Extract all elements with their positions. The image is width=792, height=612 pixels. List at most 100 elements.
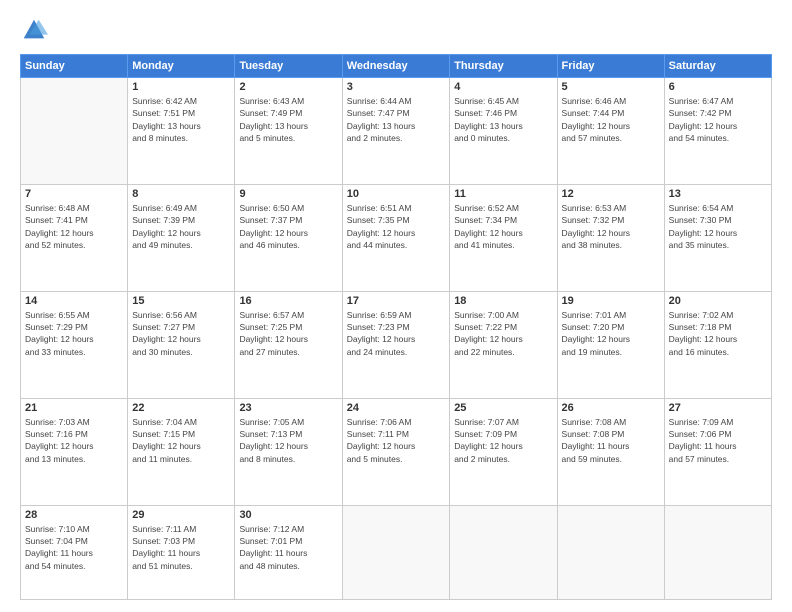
weekday-header: Thursday: [450, 55, 557, 78]
day-number: 23: [239, 402, 337, 414]
day-info: Sunrise: 6:59 AMSunset: 7:23 PMDaylight:…: [347, 309, 445, 358]
day-number: 4: [454, 81, 552, 93]
day-number: 22: [132, 402, 230, 414]
calendar-cell: 4 Sunrise: 6:45 AMSunset: 7:46 PMDaylight…: [450, 78, 557, 185]
day-number: 26: [562, 402, 660, 414]
calendar-cell: [664, 505, 771, 599]
calendar-cell: 30 Sunrise: 7:12 AMSunset: 7:01 PMDayligh…: [235, 505, 342, 599]
day-info: Sunrise: 6:47 AMSunset: 7:42 PMDaylight:…: [669, 95, 767, 144]
day-info: Sunrise: 7:09 AMSunset: 7:06 PMDaylight:…: [669, 416, 767, 465]
calendar-cell: 22Sunrise: 7:04 AMSunset: 7:15 PMDayligh…: [128, 398, 235, 505]
day-number: 15: [132, 295, 230, 307]
calendar-cell: 15 Sunrise: 6:56 AMSunset: 7:27 PMDayligh…: [128, 291, 235, 398]
calendar-cell: [21, 78, 128, 185]
calendar-cell: 28 Sunrise: 7:10 AMSunset: 7:04 PMDayligh…: [21, 505, 128, 599]
weekday-header: Tuesday: [235, 55, 342, 78]
calendar-cell: 21 Sunrise: 7:03 AMSunset: 7:16 PMDayligh…: [21, 398, 128, 505]
day-info: Sunrise: 7:06 AMSunset: 7:11 PMDaylight:…: [347, 416, 445, 465]
calendar-cell: 16 Sunrise: 6:57 AMSunset: 7:25 PMDayligh…: [235, 291, 342, 398]
weekday-header: Sunday: [21, 55, 128, 78]
weekday-header: Wednesday: [342, 55, 449, 78]
day-number: 21: [25, 402, 123, 414]
day-number: 7: [25, 188, 123, 200]
day-info: Sunrise: 6:53 AMSunset: 7:32 PMDaylight:…: [562, 202, 660, 251]
day-info: Sunrise: 6:49 AMSunset: 7:39 PMDaylight:…: [132, 202, 230, 251]
calendar-table: SundayMondayTuesdayWednesdayThursdayFrid…: [20, 54, 772, 600]
calendar-cell: [342, 505, 449, 599]
calendar-cell: 14 Sunrise: 6:55 AMSunset: 7:29 PMDayligh…: [21, 291, 128, 398]
day-number: 11: [454, 188, 552, 200]
calendar-cell: 20Sunrise: 7:02 AMSunset: 7:18 PMDayligh…: [664, 291, 771, 398]
weekday-header: Friday: [557, 55, 664, 78]
calendar-cell: [450, 505, 557, 599]
day-info: Sunrise: 6:46 AMSunset: 7:44 PMDaylight:…: [562, 95, 660, 144]
day-number: 18: [454, 295, 552, 307]
day-number: 12: [562, 188, 660, 200]
calendar-cell: 19 Sunrise: 7:01 AMSunset: 7:20 PMDayligh…: [557, 291, 664, 398]
calendar-cell: 11 Sunrise: 6:52 AMSunset: 7:34 PMDayligh…: [450, 184, 557, 291]
day-number: 9: [239, 188, 337, 200]
day-number: 25: [454, 402, 552, 414]
calendar-cell: 25 Sunrise: 7:07 AMSunset: 7:09 PMDayligh…: [450, 398, 557, 505]
day-info: Sunrise: 6:48 AMSunset: 7:41 PMDaylight:…: [25, 202, 123, 251]
weekday-header: Monday: [128, 55, 235, 78]
day-number: 17: [347, 295, 445, 307]
calendar-cell: 5 Sunrise: 6:46 AMSunset: 7:44 PMDaylight…: [557, 78, 664, 185]
calendar-cell: 8 Sunrise: 6:49 AMSunset: 7:39 PMDaylight…: [128, 184, 235, 291]
day-number: 10: [347, 188, 445, 200]
calendar-cell: 29Sunrise: 7:11 AMSunset: 7:03 PMDayligh…: [128, 505, 235, 599]
calendar-cell: 10 Sunrise: 6:51 AMSunset: 7:35 PMDayligh…: [342, 184, 449, 291]
calendar-cell: 6 Sunrise: 6:47 AMSunset: 7:42 PMDaylight…: [664, 78, 771, 185]
calendar-cell: [557, 505, 664, 599]
day-info: Sunrise: 7:12 AMSunset: 7:01 PMDaylight:…: [239, 523, 337, 572]
calendar-cell: 13 Sunrise: 6:54 AMSunset: 7:30 PMDayligh…: [664, 184, 771, 291]
day-info: Sunrise: 7:10 AMSunset: 7:04 PMDaylight:…: [25, 523, 123, 572]
day-info: Sunrise: 7:08 AMSunset: 7:08 PMDaylight:…: [562, 416, 660, 465]
day-info: Sunrise: 6:57 AMSunset: 7:25 PMDaylight:…: [239, 309, 337, 358]
day-info: Sunrise: 7:01 AMSunset: 7:20 PMDaylight:…: [562, 309, 660, 358]
calendar-week-row: 7 Sunrise: 6:48 AMSunset: 7:41 PMDaylight…: [21, 184, 772, 291]
day-number: 13: [669, 188, 767, 200]
day-info: Sunrise: 6:50 AMSunset: 7:37 PMDaylight:…: [239, 202, 337, 251]
day-number: 3: [347, 81, 445, 93]
day-number: 6: [669, 81, 767, 93]
day-number: 24: [347, 402, 445, 414]
calendar-cell: 24 Sunrise: 7:06 AMSunset: 7:11 PMDayligh…: [342, 398, 449, 505]
day-number: 8: [132, 188, 230, 200]
calendar-cell: 23 Sunrise: 7:05 AMSunset: 7:13 PMDayligh…: [235, 398, 342, 505]
day-info: Sunrise: 7:07 AMSunset: 7:09 PMDaylight:…: [454, 416, 552, 465]
calendar-cell: 1 Sunrise: 6:42 AMSunset: 7:51 PMDaylight…: [128, 78, 235, 185]
day-info: Sunrise: 6:56 AMSunset: 7:27 PMDaylight:…: [132, 309, 230, 358]
day-number: 28: [25, 509, 123, 521]
day-number: 16: [239, 295, 337, 307]
day-info: Sunrise: 6:45 AMSunset: 7:46 PMDaylight:…: [454, 95, 552, 144]
day-number: 5: [562, 81, 660, 93]
day-info: Sunrise: 6:42 AMSunset: 7:51 PMDaylight:…: [132, 95, 230, 144]
day-info: Sunrise: 7:05 AMSunset: 7:13 PMDaylight:…: [239, 416, 337, 465]
day-number: 2: [239, 81, 337, 93]
calendar-week-row: 14 Sunrise: 6:55 AMSunset: 7:29 PMDayligh…: [21, 291, 772, 398]
day-info: Sunrise: 7:00 AMSunset: 7:22 PMDaylight:…: [454, 309, 552, 358]
calendar-cell: 2 Sunrise: 6:43 AMSunset: 7:49 PMDaylight…: [235, 78, 342, 185]
day-info: Sunrise: 6:51 AMSunset: 7:35 PMDaylight:…: [347, 202, 445, 251]
logo-icon: [20, 16, 48, 44]
calendar-cell: 18 Sunrise: 7:00 AMSunset: 7:22 PMDayligh…: [450, 291, 557, 398]
calendar-cell: 27Sunrise: 7:09 AMSunset: 7:06 PMDayligh…: [664, 398, 771, 505]
day-info: Sunrise: 6:43 AMSunset: 7:49 PMDaylight:…: [239, 95, 337, 144]
calendar-cell: 7 Sunrise: 6:48 AMSunset: 7:41 PMDaylight…: [21, 184, 128, 291]
day-number: 30: [239, 509, 337, 521]
weekday-header: Saturday: [664, 55, 771, 78]
calendar-cell: 26 Sunrise: 7:08 AMSunset: 7:08 PMDayligh…: [557, 398, 664, 505]
day-info: Sunrise: 6:54 AMSunset: 7:30 PMDaylight:…: [669, 202, 767, 251]
day-number: 20: [669, 295, 767, 307]
day-number: 14: [25, 295, 123, 307]
day-number: 1: [132, 81, 230, 93]
day-info: Sunrise: 6:55 AMSunset: 7:29 PMDaylight:…: [25, 309, 123, 358]
calendar-week-row: 28 Sunrise: 7:10 AMSunset: 7:04 PMDayligh…: [21, 505, 772, 599]
day-number: 19: [562, 295, 660, 307]
day-info: Sunrise: 6:52 AMSunset: 7:34 PMDaylight:…: [454, 202, 552, 251]
day-info: Sunrise: 7:03 AMSunset: 7:16 PMDaylight:…: [25, 416, 123, 465]
page: SundayMondayTuesdayWednesdayThursdayFrid…: [0, 0, 792, 612]
calendar-header-row: SundayMondayTuesdayWednesdayThursdayFrid…: [21, 55, 772, 78]
calendar-cell: 3Sunrise: 6:44 AMSunset: 7:47 PMDaylight…: [342, 78, 449, 185]
